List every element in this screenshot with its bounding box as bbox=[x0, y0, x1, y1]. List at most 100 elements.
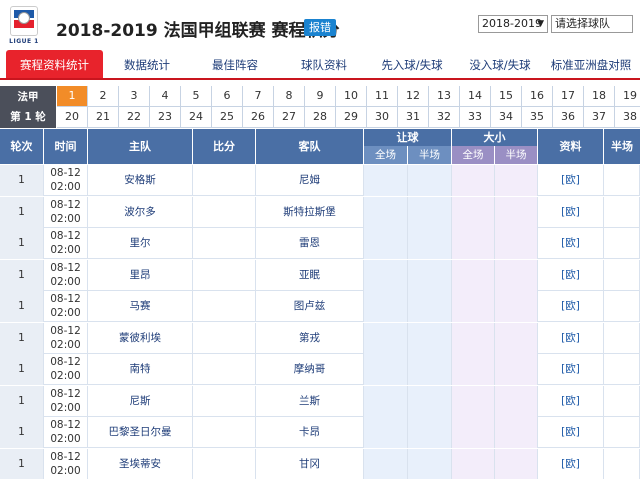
odds-link[interactable]: [欧] bbox=[538, 165, 604, 196]
tab-first-goal[interactable]: 先入球/失球 bbox=[370, 50, 454, 78]
away-team[interactable]: 摩纳哥 bbox=[256, 354, 364, 385]
round-link[interactable]: 2 bbox=[88, 86, 119, 107]
odds-link[interactable]: [欧] bbox=[538, 417, 604, 448]
match-time: 08-12 02:00 bbox=[44, 291, 88, 322]
round-link[interactable]: 37 bbox=[584, 107, 615, 128]
table-row: 1 08-12 02:00 蒙彼利埃 第戎 [欧] bbox=[0, 322, 640, 354]
score-cell bbox=[193, 322, 256, 354]
round-link[interactable]: 18 bbox=[584, 86, 615, 107]
tab-asian-handicap[interactable]: 标准亚洲盘对照 bbox=[544, 50, 638, 78]
round-link[interactable]: 4 bbox=[150, 86, 181, 107]
odds-link[interactable]: [欧] bbox=[538, 385, 604, 417]
round-link[interactable]: 20 bbox=[57, 107, 88, 128]
ligue1-logo-icon: LIGUE 1 bbox=[4, 6, 44, 46]
away-team[interactable]: 斯特拉斯堡 bbox=[256, 196, 364, 228]
round-link[interactable]: 36 bbox=[553, 107, 584, 128]
round-link[interactable]: 33 bbox=[460, 107, 491, 128]
odds-link[interactable]: [欧] bbox=[538, 354, 604, 385]
away-team[interactable]: 卡昂 bbox=[256, 417, 364, 448]
header-overunder-full: 全场 bbox=[452, 146, 495, 164]
odds-link[interactable]: [欧] bbox=[538, 196, 604, 228]
home-team[interactable]: 波尔多 bbox=[88, 196, 193, 228]
handicap-full-cell bbox=[364, 448, 408, 479]
round-link[interactable]: 3 bbox=[119, 86, 150, 107]
away-team[interactable]: 第戎 bbox=[256, 322, 364, 354]
round-link[interactable]: 30 bbox=[367, 107, 398, 128]
home-team[interactable]: 马赛 bbox=[88, 291, 193, 322]
round-link[interactable]: 1 bbox=[57, 86, 88, 107]
odds-link[interactable]: [欧] bbox=[538, 291, 604, 322]
tab-best-lineup[interactable]: 最佳阵容 bbox=[198, 50, 272, 78]
round-link[interactable]: 29 bbox=[336, 107, 367, 128]
away-team[interactable]: 甘冈 bbox=[256, 448, 364, 479]
score-cell bbox=[193, 385, 256, 417]
round-link[interactable]: 32 bbox=[429, 107, 460, 128]
round-link[interactable]: 11 bbox=[367, 86, 398, 107]
round-link[interactable]: 24 bbox=[181, 107, 212, 128]
round-link[interactable]: 31 bbox=[398, 107, 429, 128]
match-date: 08-12 bbox=[50, 198, 81, 211]
odds-link[interactable]: [欧] bbox=[538, 322, 604, 354]
odds-link[interactable]: [欧] bbox=[538, 448, 604, 479]
round-link[interactable]: 7 bbox=[243, 86, 274, 107]
home-team[interactable]: 里尔 bbox=[88, 228, 193, 259]
round-link[interactable]: 19 bbox=[615, 86, 640, 107]
overunder-half-cell bbox=[495, 354, 538, 385]
home-team[interactable]: 尼斯 bbox=[88, 385, 193, 417]
round-link[interactable]: 6 bbox=[212, 86, 243, 107]
home-team[interactable]: 巴黎圣日尔曼 bbox=[88, 417, 193, 448]
home-team[interactable]: 圣埃蒂安 bbox=[88, 448, 193, 479]
round-link[interactable]: 14 bbox=[460, 86, 491, 107]
main-nav: 赛程资料统计 数据统计 最佳阵容 球队资料 先入球/失球 没入球/失球 标准亚洲… bbox=[0, 50, 640, 80]
handicap-full-cell bbox=[364, 228, 408, 259]
round-cell: 1 bbox=[0, 417, 44, 448]
home-team[interactable]: 安格斯 bbox=[88, 165, 193, 196]
round-selector: 法甲 第 1 轮 1 2 3 4 5 6 7 8 9 10 11 12 13 14 15 16 17 18 19 20… bbox=[0, 86, 640, 128]
tab-team-info[interactable]: 球队资料 bbox=[287, 50, 361, 78]
round-link[interactable]: 5 bbox=[181, 86, 212, 107]
round-link[interactable]: 27 bbox=[274, 107, 305, 128]
round-link[interactable]: 28 bbox=[305, 107, 336, 128]
overunder-half-cell bbox=[495, 259, 538, 291]
overunder-full-cell bbox=[452, 259, 495, 291]
away-team[interactable]: 兰斯 bbox=[256, 385, 364, 417]
tab-data-stats[interactable]: 数据统计 bbox=[110, 50, 184, 78]
odds-link[interactable]: [欧] bbox=[538, 259, 604, 291]
team-select[interactable]: 请选择球队 bbox=[551, 15, 633, 33]
home-team[interactable]: 南特 bbox=[88, 354, 193, 385]
report-error-button[interactable]: 报错 bbox=[304, 19, 336, 36]
tab-no-goal[interactable]: 没入球/失球 bbox=[458, 50, 542, 78]
away-team[interactable]: 雷恩 bbox=[256, 228, 364, 259]
round-link[interactable]: 13 bbox=[429, 86, 460, 107]
round-link[interactable]: 35 bbox=[522, 107, 553, 128]
round-link[interactable]: 38 bbox=[615, 107, 640, 128]
home-team[interactable]: 里昂 bbox=[88, 259, 193, 291]
home-team[interactable]: 蒙彼利埃 bbox=[88, 322, 193, 354]
round-link[interactable]: 12 bbox=[398, 86, 429, 107]
handicap-half-cell bbox=[408, 354, 452, 385]
round-link[interactable]: 9 bbox=[305, 86, 336, 107]
tab-schedule-stats[interactable]: 赛程资料统计 bbox=[6, 50, 103, 78]
odds-link[interactable]: [欧] bbox=[538, 228, 604, 259]
round-link[interactable]: 34 bbox=[491, 107, 522, 128]
score-cell bbox=[193, 165, 256, 196]
score-cell bbox=[193, 228, 256, 259]
season-select[interactable]: 2018-2019 ▼ bbox=[478, 15, 548, 33]
round-link[interactable]: 25 bbox=[212, 107, 243, 128]
round-link[interactable]: 8 bbox=[274, 86, 305, 107]
round-link[interactable]: 26 bbox=[243, 107, 274, 128]
round-link[interactable]: 23 bbox=[150, 107, 181, 128]
overunder-half-cell bbox=[495, 385, 538, 417]
away-team[interactable]: 图卢兹 bbox=[256, 291, 364, 322]
away-team[interactable]: 尼姆 bbox=[256, 165, 364, 196]
table-row: 1 08-12 02:00 尼斯 兰斯 [欧] bbox=[0, 385, 640, 417]
away-team[interactable]: 亚眠 bbox=[256, 259, 364, 291]
round-link[interactable]: 22 bbox=[119, 107, 150, 128]
round-link[interactable]: 16 bbox=[522, 86, 553, 107]
round-link[interactable]: 17 bbox=[553, 86, 584, 107]
half-score-cell bbox=[604, 228, 640, 259]
round-link[interactable]: 10 bbox=[336, 86, 367, 107]
score-cell bbox=[193, 291, 256, 322]
round-link[interactable]: 15 bbox=[491, 86, 522, 107]
round-link[interactable]: 21 bbox=[88, 107, 119, 128]
